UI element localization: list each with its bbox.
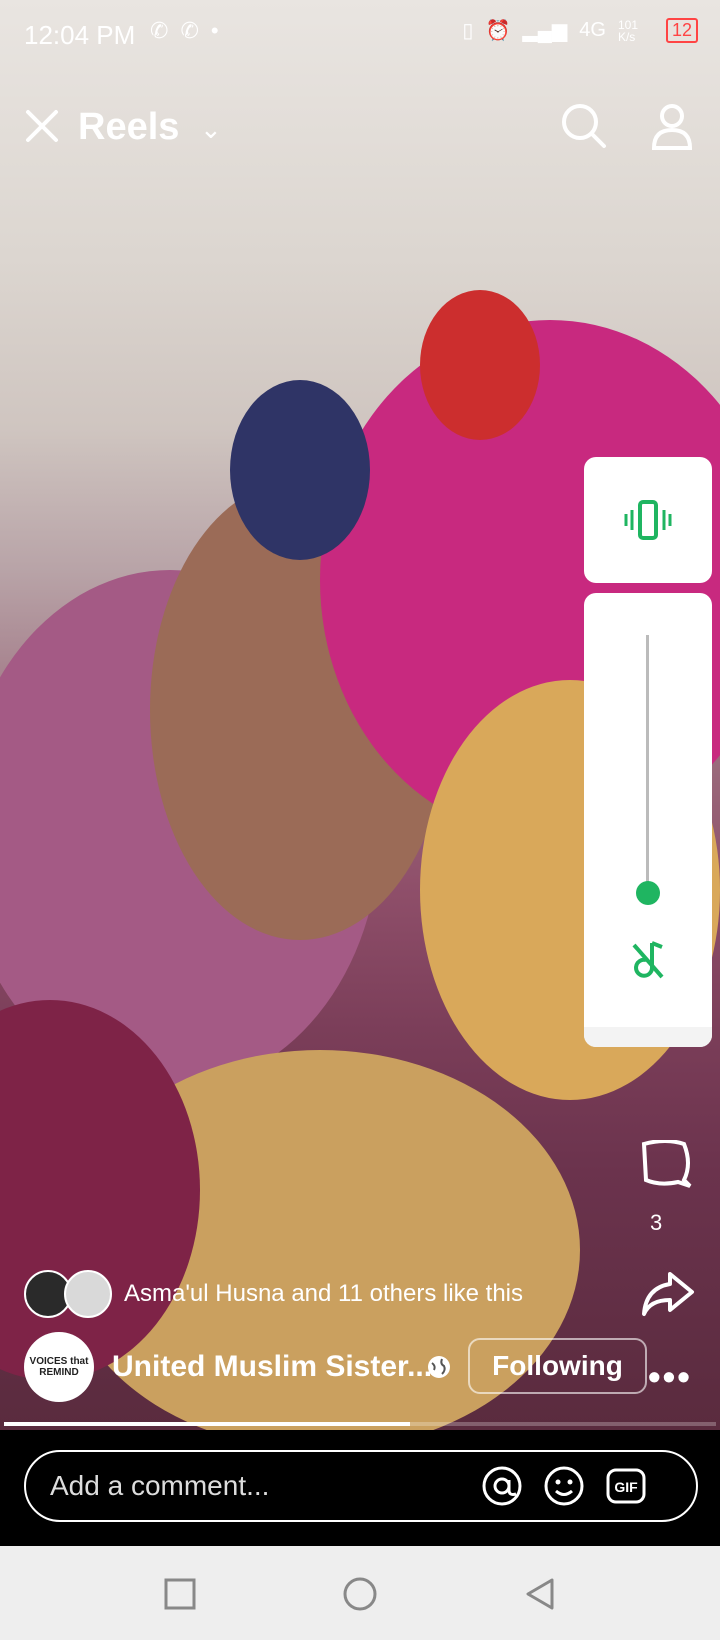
whatsapp-icon: ✆ <box>180 18 199 43</box>
likes-text: Asma'ul Husna and 11 others like this <box>124 1280 524 1307</box>
comment-input[interactable]: Add a comment... GIF <box>24 1450 698 1522</box>
volume-slider[interactable] <box>584 593 712 1047</box>
gif-icon[interactable]: GIF <box>604 1464 648 1508</box>
likes-summary[interactable]: Asma'ul Husna and 11 others like this <box>24 1270 523 1318</box>
vibrate-icon: ▯ <box>462 20 474 42</box>
comment-bar: Add a comment... GIF <box>0 1430 720 1546</box>
status-time: 12:04 PM <box>24 20 136 50</box>
reels-header: Reels ⌄ <box>0 96 720 166</box>
post-owner: VOICES that REMIND United Muslim Sister.… <box>24 1332 720 1404</box>
scene-red <box>420 290 540 440</box>
globe-icon <box>428 1356 450 1378</box>
volume-settings[interactable] <box>584 1027 712 1047</box>
comment-icon[interactable] <box>638 1140 694 1188</box>
video-progress-fill <box>4 1422 410 1426</box>
battery-icon: 12 <box>665 18 698 43</box>
comment-count: 3 <box>650 1210 663 1235</box>
system-nav-bar <box>0 1546 720 1640</box>
home-icon[interactable] <box>342 1576 378 1612</box>
chevron-down-icon[interactable]: ⌄ <box>200 114 222 145</box>
dot-icon: • <box>210 18 219 43</box>
profile-icon[interactable] <box>646 100 698 152</box>
share-icon[interactable] <box>640 1268 696 1320</box>
close-icon[interactable] <box>20 104 64 148</box>
back-icon[interactable] <box>522 1576 558 1612</box>
music-muted-icon[interactable] <box>622 933 674 985</box>
recents-icon[interactable] <box>162 1576 198 1612</box>
status-app-icons: ✆ ✆ • <box>150 18 219 44</box>
mention-icon[interactable] <box>480 1464 524 1508</box>
page-name[interactable]: United Muslim Sister... <box>112 1350 432 1384</box>
volume-track[interactable] <box>646 635 649 891</box>
status-bar: 12:04 PM ✆ ✆ • ▯ ⏰ ▂▄▆ 4G 101 K/s 12 <box>0 0 720 72</box>
alarm-icon: ⏰ <box>485 20 511 42</box>
page-logo[interactable]: VOICES that REMIND <box>24 1332 94 1402</box>
scene-navy <box>230 380 370 560</box>
signal-icon: ▂▄▆ <box>522 20 568 42</box>
network-type: 4G <box>579 19 606 41</box>
vibrate-toggle[interactable] <box>584 457 712 583</box>
search-icon[interactable] <box>558 100 610 152</box>
comment-placeholder: Add a comment... <box>50 1470 270 1501</box>
status-system-icons: ▯ ⏰ ▂▄▆ 4G 101 K/s 12 <box>462 18 698 43</box>
video-progress[interactable] <box>4 1422 716 1426</box>
logo-text: VOICES that REMIND <box>29 1356 89 1378</box>
vibrate-icon <box>624 500 672 540</box>
volume-panel <box>584 457 712 1047</box>
emoji-icon[interactable] <box>542 1464 586 1508</box>
svg-text:GIF: GIF <box>614 1479 638 1495</box>
net-speed: 101 K/s <box>617 17 638 44</box>
page-title[interactable]: Reels <box>78 106 179 149</box>
following-button[interactable]: Following <box>468 1338 647 1394</box>
volume-knob[interactable] <box>636 881 660 905</box>
avatar <box>64 1270 112 1318</box>
more-options-icon[interactable]: ••• <box>648 1356 692 1398</box>
whatsapp-icon: ✆ <box>150 18 169 43</box>
